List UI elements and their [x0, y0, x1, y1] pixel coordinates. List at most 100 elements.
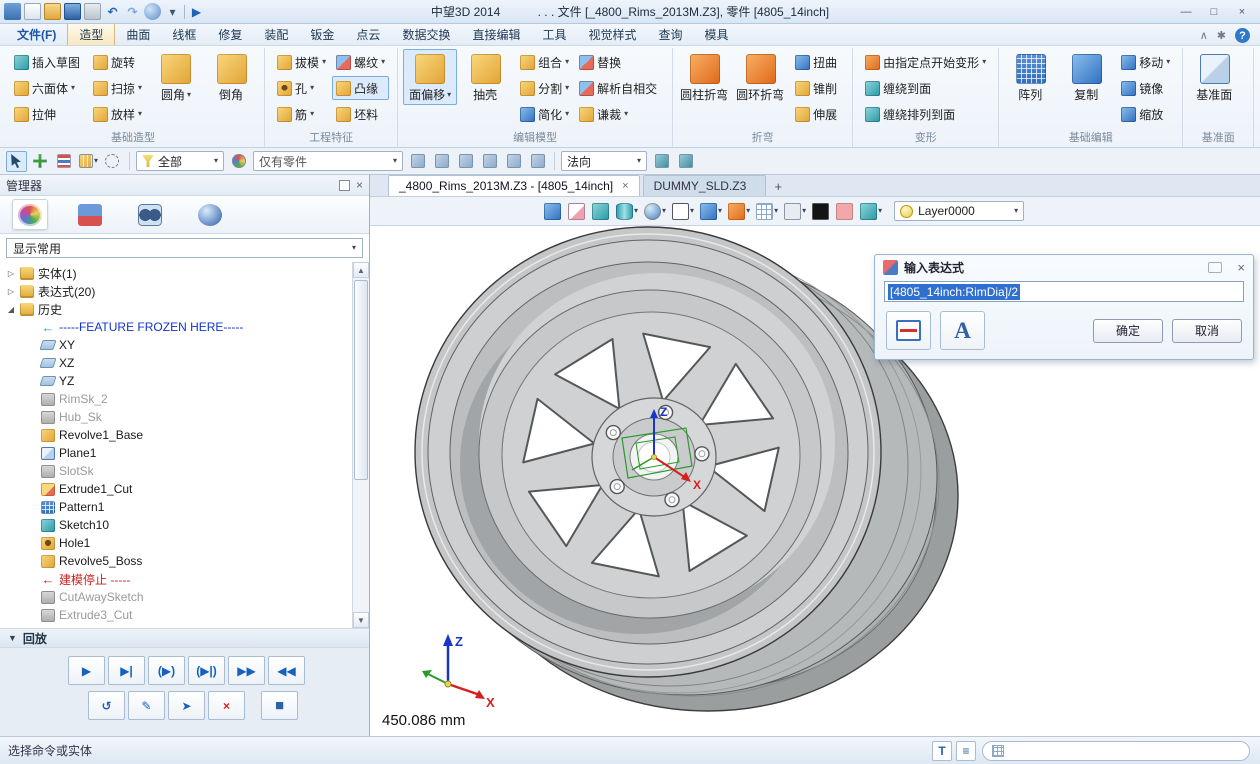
- replay-header[interactable]: ▼ 回放: [0, 628, 369, 648]
- tree-item[interactable]: Hole1: [0, 534, 352, 552]
- filter-all-combo[interactable]: 全部 ▾: [136, 151, 224, 171]
- tree-expander-icon[interactable]: ▷: [6, 269, 16, 278]
- selection-tool-button[interactable]: [102, 151, 123, 172]
- tree-item[interactable]: SlotSk: [0, 462, 352, 480]
- ribbon-button[interactable]: 谦裁 ▾: [575, 102, 664, 126]
- quick-access-icon[interactable]: [188, 3, 205, 20]
- ribbon-button[interactable]: 组合 ▾: [516, 50, 573, 74]
- ribbon-tab[interactable]: 直接编辑: [461, 23, 531, 45]
- replay-button[interactable]: ✎: [128, 691, 165, 720]
- ribbon-tab[interactable]: 曲面: [115, 23, 161, 45]
- quick-access-icon[interactable]: [84, 3, 101, 20]
- selection-tool-button[interactable]: ▾: [78, 151, 99, 172]
- ribbon-button[interactable]: 解析自相交: [575, 76, 664, 100]
- replay-button[interactable]: ↺: [88, 691, 125, 720]
- replay-button[interactable]: ■: [261, 691, 298, 720]
- view-tool-button[interactable]: ▾: [726, 201, 752, 222]
- ribbon-button[interactable]: 筋 ▾: [273, 102, 330, 126]
- quick-access-icon[interactable]: [4, 3, 21, 20]
- ribbon-tab[interactable]: 装配: [253, 23, 299, 45]
- replay-button[interactable]: (▶): [148, 656, 185, 685]
- expression-input[interactable]: [4805_14inch:RimDia]/2: [884, 281, 1244, 302]
- ribbon-button[interactable]: 孔 ▾: [273, 76, 330, 100]
- ribbon-button[interactable]: 旋转: [89, 50, 146, 74]
- tree-item[interactable]: Pattern1: [0, 498, 352, 516]
- cancel-button[interactable]: 取消: [1172, 319, 1242, 343]
- ribbon-button[interactable]: 缠绕排列到面: [861, 102, 990, 126]
- tree-expander-icon[interactable]: ◢: [6, 305, 16, 314]
- normal-mode-combo[interactable]: 法向 ▾: [561, 151, 647, 171]
- scroll-up-icon[interactable]: ▲: [353, 262, 369, 278]
- quick-access-icon[interactable]: [24, 3, 41, 20]
- replay-button[interactable]: ➤: [168, 691, 205, 720]
- view-tool-button[interactable]: ▾: [698, 201, 724, 222]
- view-tool-button[interactable]: ▾: [642, 201, 668, 222]
- ribbon-button[interactable]: 扫掠 ▾: [89, 76, 146, 100]
- ribbon-button[interactable]: 放样 ▾: [89, 102, 146, 126]
- replay-button[interactable]: ▶|: [108, 656, 145, 685]
- snap-tool-button[interactable]: [527, 151, 548, 172]
- tree-item[interactable]: Extrude1_Cut: [0, 480, 352, 498]
- tree-item[interactable]: Revolve1_Base: [0, 426, 352, 444]
- snap-tool-button[interactable]: [455, 151, 476, 172]
- ribbon-button[interactable]: 扭曲: [791, 50, 844, 74]
- dialog-close-icon[interactable]: ×: [1237, 260, 1245, 275]
- quick-access-icon[interactable]: [184, 5, 185, 19]
- ribbon-big-button[interactable]: 抽壳: [459, 49, 513, 105]
- tree-item[interactable]: CutAwaySketch: [0, 588, 352, 606]
- replay-button[interactable]: ▶▶: [228, 656, 265, 685]
- ribbon-tab[interactable]: 数据交换: [391, 23, 461, 45]
- tree-item[interactable]: -----FEATURE FROZ­EN HERE-----: [0, 318, 352, 336]
- ribbon-button[interactable]: 镜像: [1117, 76, 1174, 100]
- color-filter-button[interactable]: [228, 151, 249, 172]
- insert-variable-button[interactable]: [886, 311, 931, 350]
- ribbon-big-button[interactable]: 倒角: [205, 49, 259, 105]
- ribbon-button[interactable]: 移动 ▾: [1117, 50, 1174, 74]
- ribbon-button[interactable]: 简化 ▾: [516, 102, 573, 126]
- quick-access-icon[interactable]: [164, 3, 181, 20]
- scrollbar-thumb[interactable]: [354, 280, 368, 480]
- tree-item[interactable]: Revolve5_Boss: [0, 552, 352, 570]
- ribbon-button[interactable]: 坯料: [332, 102, 389, 126]
- snap-tool-button[interactable]: [431, 151, 452, 172]
- normal-tool-button[interactable]: [675, 151, 696, 172]
- view-tool-button[interactable]: [590, 201, 612, 222]
- snap-tool-button[interactable]: [479, 151, 500, 172]
- layer-combo[interactable]: Layer0000 ▾: [894, 201, 1024, 221]
- ribbon-button[interactable]: 凸缘: [332, 76, 389, 100]
- tree-item[interactable]: XZ: [0, 354, 352, 372]
- snap-tool-button[interactable]: [503, 151, 524, 172]
- ribbon-button[interactable]: 替换: [575, 50, 664, 74]
- view-tool-button[interactable]: [542, 201, 564, 222]
- maximize-button[interactable]: □: [1200, 3, 1228, 21]
- ok-button[interactable]: 确定: [1093, 319, 1163, 343]
- dialog-titlebar[interactable]: 输入表达式 ×: [875, 255, 1253, 280]
- tree-item[interactable]: XY: [0, 336, 352, 354]
- new-tab-button[interactable]: +: [769, 177, 787, 195]
- ribbon-big-button[interactable]: 阵列: [1004, 49, 1058, 105]
- ribbon-tab[interactable]: 视觉样式: [577, 23, 647, 45]
- normal-tool-button[interactable]: [651, 151, 672, 172]
- status-command-input[interactable]: [982, 741, 1250, 761]
- 3d-viewport[interactable]: Z X Z X 450.086 mm: [370, 226, 1260, 736]
- ribbon-big-button[interactable]: 圆角▾: [149, 49, 203, 105]
- tree-item[interactable]: Hub_Sk: [0, 408, 352, 426]
- tree-item[interactable]: RimSk_2: [0, 390, 352, 408]
- view-tool-button[interactable]: [834, 201, 856, 222]
- selection-tool-button[interactable]: [54, 151, 75, 172]
- status-tool-button[interactable]: ≡: [956, 741, 976, 761]
- quick-access-icon[interactable]: [144, 3, 161, 20]
- tree-item[interactable]: 建模停止 -----: [0, 570, 352, 588]
- ribbon-button[interactable]: 六面体 ▾: [10, 76, 87, 100]
- text-mode-button[interactable]: A: [940, 311, 985, 350]
- ribbon-button[interactable]: 缩放: [1117, 102, 1174, 126]
- document-tab[interactable]: _4800_Rims_2013M.Z3 - [4805_14inch] ×: [388, 175, 640, 196]
- tree-item[interactable]: Plane1: [0, 444, 352, 462]
- tree-item[interactable]: ▷ 表达式(20): [0, 282, 352, 300]
- ribbon-button[interactable]: 锥削: [791, 76, 844, 100]
- tree-scrollbar[interactable]: ▲ ▼: [352, 262, 369, 628]
- comment-icon[interactable]: [1208, 262, 1222, 273]
- ribbon-utility-icon[interactable]: ∧: [1200, 29, 1208, 42]
- panel-close-icon[interactable]: ×: [356, 178, 363, 192]
- status-tool-button[interactable]: T: [932, 741, 952, 761]
